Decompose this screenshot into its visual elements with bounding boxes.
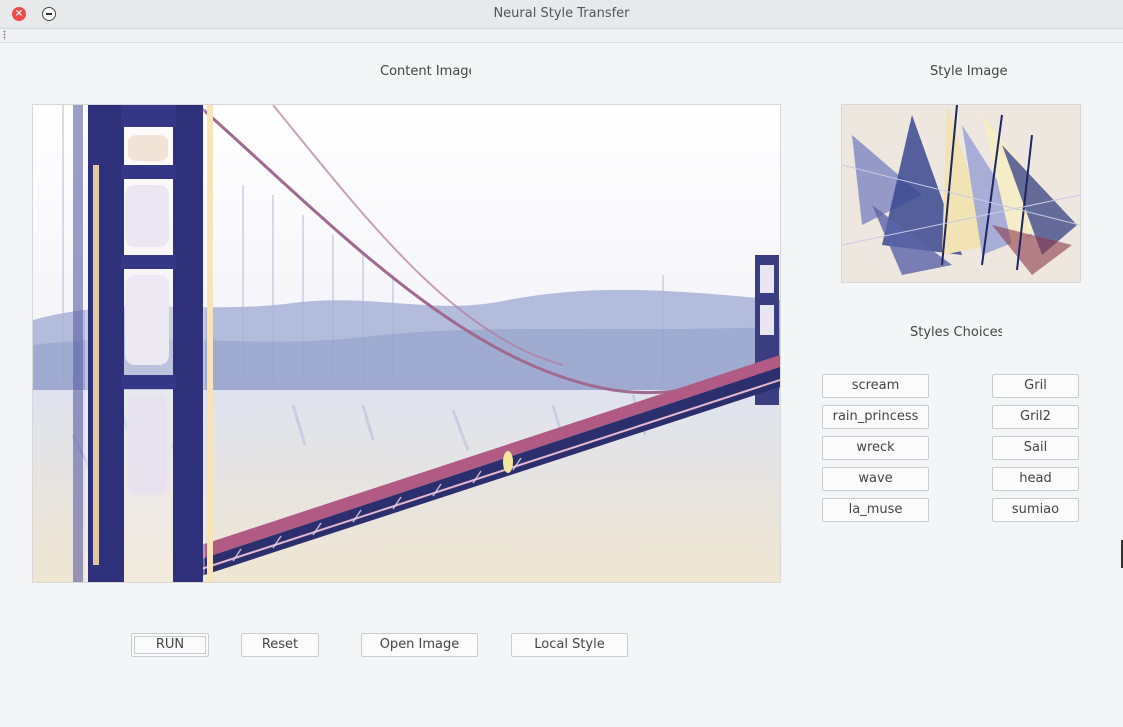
open-image-button[interactable]: Open Image xyxy=(361,633,478,657)
toolbar-grip-icon[interactable] xyxy=(3,30,6,40)
style-button-wreck[interactable]: wreck xyxy=(822,436,929,460)
style-button-scream[interactable]: scream xyxy=(822,374,929,398)
style-button-gril[interactable]: Gril xyxy=(992,374,1079,398)
run-button[interactable]: RUN xyxy=(131,633,209,657)
style-image-label: Style Image xyxy=(930,64,1008,79)
stylized-bridge-image xyxy=(33,105,780,582)
style-button-rain-princess[interactable]: rain_princess xyxy=(822,405,929,429)
style-button-wave[interactable]: wave xyxy=(822,467,929,491)
style-button-sumiao[interactable]: sumiao xyxy=(992,498,1079,522)
content-image xyxy=(32,104,781,583)
style-image xyxy=(841,104,1081,283)
style-button-sail[interactable]: Sail xyxy=(992,436,1079,460)
style-button-head[interactable]: head xyxy=(992,467,1079,491)
style-artwork-image xyxy=(842,105,1080,282)
style-button-la-muse[interactable]: la_muse xyxy=(822,498,929,522)
title-bar: × Neural Style Transfer xyxy=(0,0,1123,29)
window-title: Neural Style Transfer xyxy=(493,6,630,21)
local-style-button[interactable]: Local Style xyxy=(511,633,628,657)
reset-button[interactable]: Reset xyxy=(241,633,319,657)
toolbar xyxy=(0,29,1123,43)
content-image-label: Content Image xyxy=(380,64,471,79)
styles-choices-label: Styles Choices xyxy=(910,325,1002,340)
style-button-gril2[interactable]: Gril2 xyxy=(992,405,1079,429)
